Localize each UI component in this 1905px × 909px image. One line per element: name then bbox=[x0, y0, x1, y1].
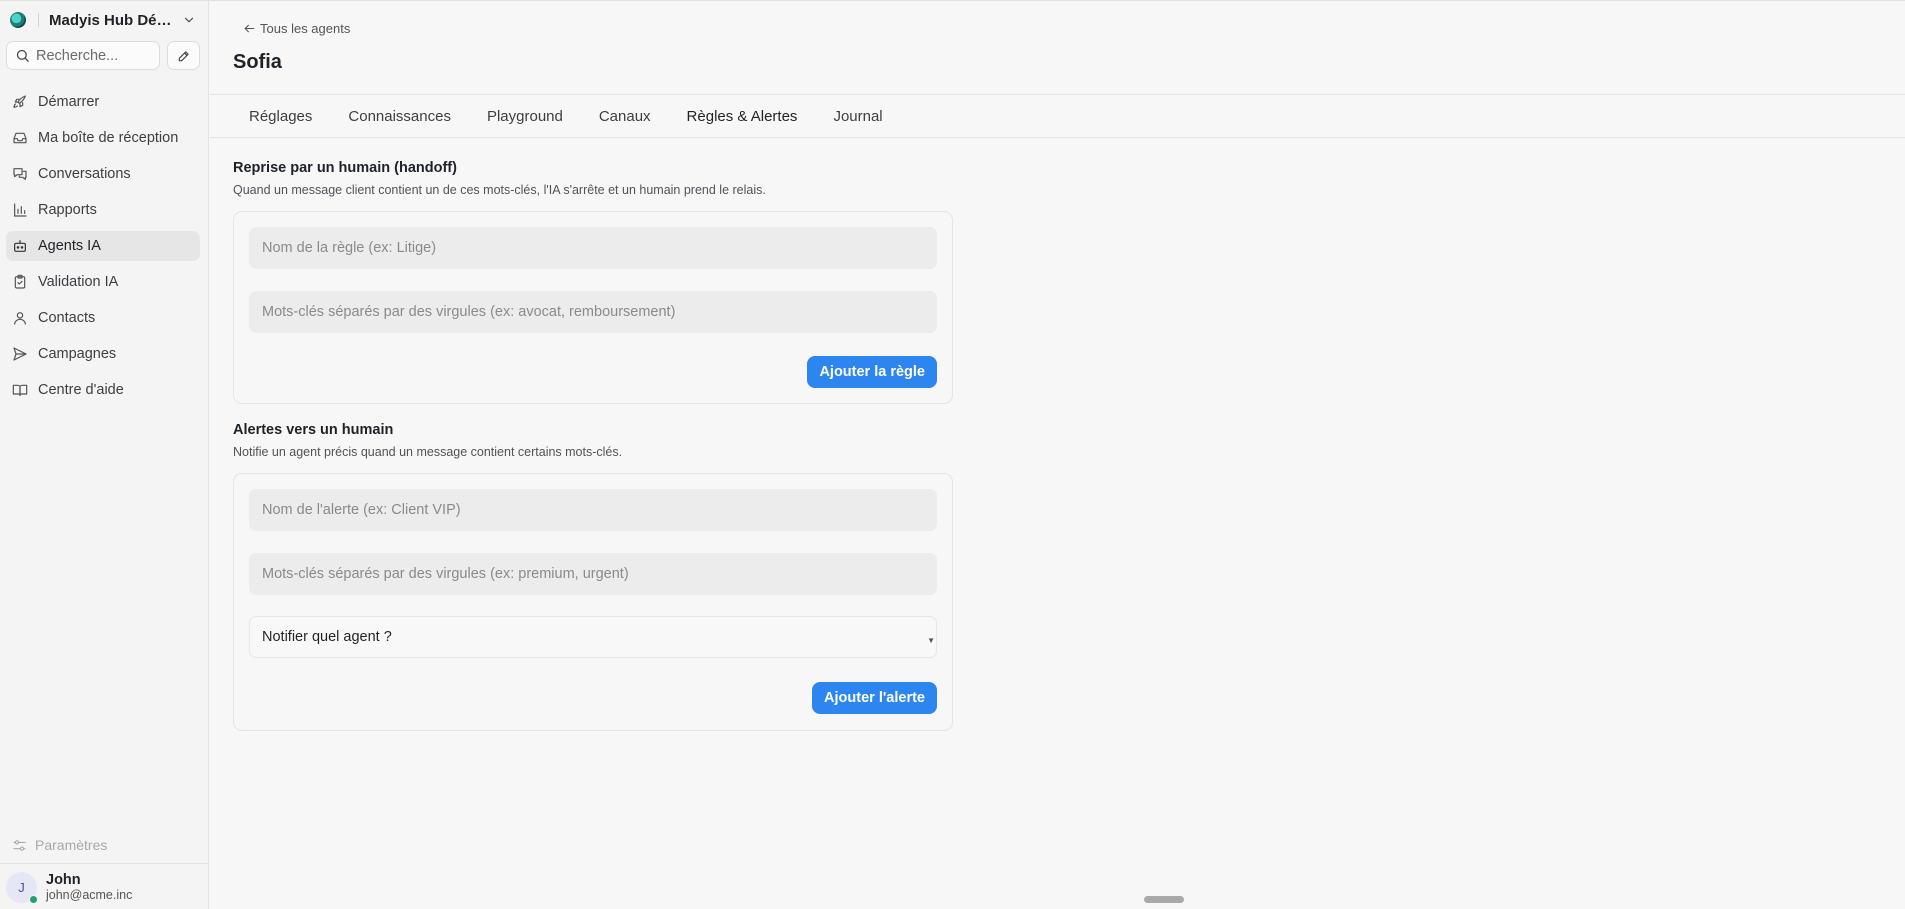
alert-keywords-input[interactable] bbox=[249, 553, 937, 595]
inbox-icon bbox=[13, 132, 27, 144]
clipboard-check-icon bbox=[14, 274, 26, 289]
sidebar-item-inbox[interactable]: Ma boîte de réception bbox=[6, 123, 200, 153]
sidebar-item-label: Validation IA bbox=[38, 274, 119, 290]
tab-canaux[interactable]: Canaux bbox=[599, 108, 651, 125]
sidebar-item-rapports[interactable]: Rapports bbox=[6, 195, 200, 225]
rule-name-input[interactable] bbox=[249, 227, 937, 269]
rule-keywords-input[interactable] bbox=[249, 291, 937, 333]
sidebar-item-demarrer[interactable]: Démarrer bbox=[6, 87, 200, 117]
send-icon bbox=[13, 347, 27, 361]
rocket-icon bbox=[13, 95, 26, 108]
user-name: John bbox=[46, 872, 81, 888]
user-divider bbox=[0, 863, 209, 864]
tab-playground[interactable]: Playground bbox=[487, 108, 563, 125]
handoff-section-description: Quand un message client contient un de c… bbox=[233, 183, 766, 197]
avatar-initial: J bbox=[18, 880, 25, 895]
sidebar-item-label: Centre d'aide bbox=[38, 382, 124, 398]
alerts-section-description: Notifie un agent précis quand un message… bbox=[233, 445, 623, 459]
chevron-down-icon bbox=[184, 17, 194, 23]
chat-bubbles-icon bbox=[13, 168, 27, 180]
sidebar-item-centre-aide[interactable]: Centre d'aide bbox=[6, 375, 200, 405]
sidebar-item-label: Rapports bbox=[38, 202, 97, 218]
avatar: J bbox=[6, 872, 38, 904]
tab-connaissances[interactable]: Connaissances bbox=[348, 108, 451, 125]
user-info: John john@acme.inc bbox=[46, 872, 132, 903]
user-profile[interactable]: J John john@acme.inc bbox=[6, 872, 132, 904]
sliders-icon bbox=[13, 839, 26, 851]
robot-icon bbox=[14, 240, 26, 252]
alert-name-input[interactable] bbox=[249, 489, 937, 531]
tabs-divider-bottom bbox=[210, 137, 1905, 138]
user-icon bbox=[14, 312, 26, 325]
notify-agent-select-value: Notifier quel agent ? bbox=[262, 629, 392, 645]
tab-regles-alertes[interactable]: Règles & Alertes bbox=[687, 108, 798, 125]
tabs-divider-top bbox=[210, 94, 1905, 95]
handoff-rule-form: Ajouter la règle bbox=[233, 211, 953, 404]
notify-agent-select[interactable]: Notifier quel agent ? ▼ bbox=[249, 616, 937, 658]
handoff-section-title: Reprise par un humain (handoff) bbox=[233, 160, 457, 176]
sidebar-item-agents-ia[interactable]: Agents IA bbox=[6, 231, 200, 261]
back-link-label: Tous les agents bbox=[260, 21, 351, 36]
sidebar-item-label: Campagnes bbox=[38, 346, 117, 362]
online-status-dot bbox=[29, 895, 38, 904]
alert-form: Notifier quel agent ? ▼ Ajouter l'alerte bbox=[233, 473, 953, 731]
tab-journal[interactable]: Journal bbox=[833, 108, 882, 125]
compose-button[interactable] bbox=[167, 41, 200, 70]
search-input[interactable] bbox=[36, 47, 146, 64]
sidebar-nav: Démarrer Ma boîte de réception Conversat… bbox=[6, 87, 200, 411]
sidebar-item-validation-ia[interactable]: Validation IA bbox=[6, 267, 200, 297]
tab-reglages[interactable]: Réglages bbox=[249, 108, 312, 125]
workspace-name: Madyis Hub Démo bbox=[49, 11, 177, 29]
alerts-section-title: Alertes vers un humain bbox=[233, 422, 394, 438]
sidebar-item-label: Conversations bbox=[38, 166, 131, 182]
sidebar-item-label: Démarrer bbox=[38, 94, 100, 110]
sidebar-item-contacts[interactable]: Contacts bbox=[6, 303, 200, 333]
settings-link[interactable]: Paramètres bbox=[12, 837, 107, 853]
bar-chart-icon bbox=[14, 203, 27, 217]
workspace-logo-icon bbox=[10, 12, 26, 28]
sidebar-item-label: Agents IA bbox=[38, 238, 101, 254]
settings-label: Paramètres bbox=[35, 837, 108, 853]
agent-tabs: Réglages Connaissances Playground Canaux… bbox=[249, 108, 919, 125]
workspace-switcher[interactable]: Madyis Hub Démo bbox=[10, 9, 200, 31]
sidebar-item-campagnes[interactable]: Campagnes bbox=[6, 339, 200, 369]
add-alert-button[interactable]: Ajouter l'alerte bbox=[812, 682, 937, 714]
book-icon bbox=[12, 384, 28, 396]
search-icon bbox=[16, 49, 29, 62]
brand-divider bbox=[38, 13, 39, 27]
search-box[interactable] bbox=[6, 41, 160, 70]
main-content: Tous les agents Sofia Réglages Connaissa… bbox=[210, 1, 1905, 909]
add-rule-button[interactable]: Ajouter la règle bbox=[807, 356, 937, 388]
sidebar-item-label: Ma boîte de réception bbox=[38, 130, 179, 146]
page-title: Sofia bbox=[233, 51, 282, 73]
select-caret-icon: ▼ bbox=[927, 636, 935, 645]
pencil-icon bbox=[178, 50, 189, 61]
sidebar-item-label: Contacts bbox=[38, 310, 96, 326]
sidebar-item-conversations[interactable]: Conversations bbox=[6, 159, 200, 189]
search-row bbox=[6, 41, 200, 70]
back-link[interactable]: Tous les agents bbox=[243, 21, 350, 36]
arrow-left-icon bbox=[244, 24, 255, 33]
user-email: john@acme.inc bbox=[46, 888, 133, 902]
sidebar: Madyis Hub Démo Démarrer Ma boîte de réc… bbox=[0, 1, 209, 909]
scroll-handle[interactable] bbox=[1144, 896, 1184, 903]
